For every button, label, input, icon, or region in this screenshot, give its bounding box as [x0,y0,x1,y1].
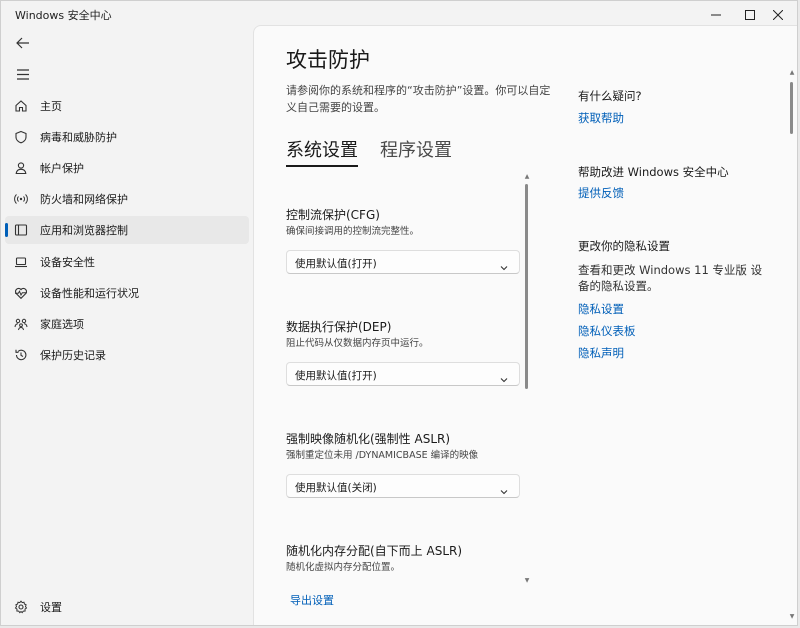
nav-item-label: 主页 [40,100,62,113]
nav-item-device-security[interactable]: 设备安全性 [5,248,249,276]
get-help-link[interactable]: 获取帮助 [578,110,624,126]
scroll-up-icon: ▲ [789,69,795,76]
nav-item-account-protection[interactable]: 帐户保护 [5,154,249,182]
nav-item-settings[interactable]: 设置 [5,593,249,621]
setting-title-dep: 数据执行保护(DEP) [286,320,392,334]
setting-title-bottom-up-aslr: 随机化内存分配(自下而上 ASLR) [286,544,463,558]
export-settings-link[interactable]: 导出设置 [290,592,334,608]
person-icon [13,160,29,176]
nav-item-virus-protection[interactable]: 病毒和威胁防护 [5,123,249,151]
mandatory-aslr-dropdown[interactable]: 使用默认值(关闭) [286,474,520,498]
setting-desc-mandatory-aslr: 强制重定位未用 /DYNAMICBASE 编译的映像 [286,450,479,461]
setting-title-mandatory-aslr: 强制映像随机化(强制性 ASLR) [286,432,451,446]
nav-item-label: 设备安全性 [40,256,95,269]
page-scrollbar[interactable]: ▲ ▼ [789,70,795,620]
nav-item-family-options[interactable]: 家庭选项 [5,310,249,338]
dep-dropdown[interactable]: 使用默认值(打开) [286,362,520,386]
maximize-icon [745,9,755,23]
scroll-thumb[interactable] [525,184,528,389]
shield-icon [13,129,29,145]
tab-program-settings[interactable]: 程序设置 [380,136,452,162]
chevron-down-icon [499,258,509,271]
dropdown-value: 使用默认值(打开) [295,370,377,382]
wifi-antenna-icon [13,191,29,207]
privacy-dashboard-link[interactable]: 隐私仪表板 [578,323,636,339]
hamburger-menu-icon [16,65,30,84]
nav-item-label: 帐户保护 [40,162,84,175]
scroll-down-icon: ▼ [524,577,530,584]
privacy-description: 查看和更改 Windows 11 专业版 设备的隐私设置。 [578,263,763,293]
settings-scrollbar[interactable]: ▲ ▼ [524,174,530,584]
chevron-down-icon [499,482,509,495]
privacy-statement-link[interactable]: 隐私声明 [578,345,624,361]
nav-item-home[interactable]: 主页 [5,92,249,120]
nav-item-device-performance[interactable]: 设备性能和运行状况 [5,279,249,307]
nav-item-label: 保护历史记录 [40,349,106,362]
nav-item-label: 设备性能和运行状况 [40,287,139,300]
minimize-icon [711,9,721,23]
setting-desc-dep: 阻止代码从仅数据内存页中运行。 [286,338,429,349]
question-heading: 有什么疑问? [578,89,642,103]
tab-system-settings[interactable]: 系统设置 [286,136,358,167]
heart-pulse-icon [13,285,29,301]
gear-icon [13,599,29,615]
family-icon [13,316,29,332]
back-arrow-icon [16,34,30,53]
nav-item-label: 应用和浏览器控制 [40,224,128,237]
nav-item-label: 防火墙和网络保护 [40,193,128,206]
home-icon [13,98,29,114]
page-description: 请参阅你的系统和程序的“攻击防护”设置。你可以自定义自己需要的设置。 [286,84,551,114]
privacy-heading: 更改你的隐私设置 [578,239,670,253]
page-title: 攻击防护 [286,48,370,72]
history-icon [13,347,29,363]
app-window-icon [13,222,29,238]
close-icon [772,9,784,23]
app-window: Windows 安全中心 主页 病毒和威胁防护 帐户保护 防火墙和网络保护 应用… [0,0,798,626]
nav-item-app-browser-control[interactable]: 应用和浏览器控制 [5,216,249,244]
nav-item-protection-history[interactable]: 保护历史记录 [5,341,249,369]
improve-heading: 帮助改进 Windows 安全中心 [578,165,729,179]
scroll-thumb[interactable] [790,82,793,134]
nav-item-firewall[interactable]: 防火墙和网络保护 [5,185,249,213]
selection-indicator [5,223,8,237]
content-panel: 攻击防护 请参阅你的系统和程序的“攻击防护”设置。你可以自定义自己需要的设置。 … [253,25,797,625]
setting-title-cfg: 控制流保护(CFG) [286,208,380,222]
dropdown-value: 使用默认值(关闭) [295,482,377,494]
scroll-down-icon: ▼ [789,613,795,620]
dropdown-value: 使用默认值(打开) [295,258,377,270]
setting-desc-cfg: 确保间接调用的控制流完整性。 [286,226,420,237]
scroll-up-icon: ▲ [524,173,530,180]
nav-item-label: 病毒和威胁防护 [40,131,117,144]
privacy-settings-link[interactable]: 隐私设置 [578,301,624,317]
setting-desc-bottom-up-aslr: 随机化虚拟内存分配位置。 [286,562,401,573]
cfg-dropdown[interactable]: 使用默认值(打开) [286,250,520,274]
nav-item-label: 家庭选项 [40,318,84,331]
feedback-link[interactable]: 提供反馈 [578,185,624,201]
nav-item-label: 设置 [40,601,62,614]
chevron-down-icon [499,370,509,383]
back-button[interactable] [9,31,37,55]
menu-button[interactable] [9,62,37,86]
laptop-icon [13,254,29,270]
app-title: Windows 安全中心 [15,9,112,22]
